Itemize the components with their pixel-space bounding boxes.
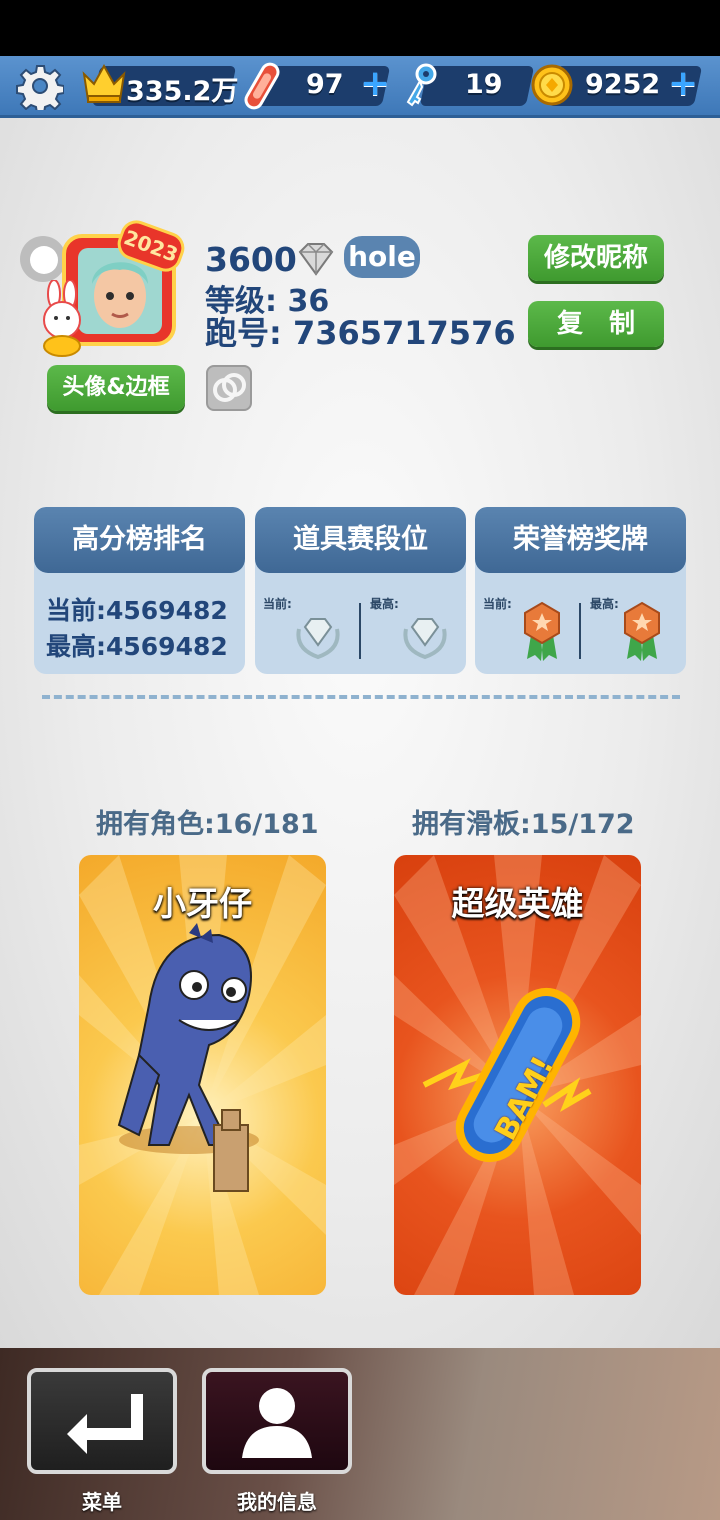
honor-medal-card[interactable]: 荣誉榜奖牌 当前: 最高: bbox=[475, 507, 686, 674]
gear-icon[interactable] bbox=[16, 62, 64, 110]
card-divider bbox=[359, 603, 361, 659]
honor-current-label: 当前: bbox=[483, 597, 512, 611]
section-divider bbox=[42, 695, 680, 699]
status-bar bbox=[0, 0, 720, 56]
honor-medal-title: 荣誉榜奖牌 bbox=[475, 507, 686, 573]
badge-slot-button[interactable] bbox=[206, 365, 252, 411]
bronze-medal-icon bbox=[524, 601, 560, 661]
tournament-rank-title: 道具赛段位 bbox=[255, 507, 466, 573]
coin-count: 9252 bbox=[585, 69, 661, 100]
user-profile-icon bbox=[242, 1388, 312, 1458]
diamond-rank-icon bbox=[298, 243, 334, 276]
highscore-best: 最高:4569482 bbox=[46, 632, 228, 661]
rabbit-sticker-icon bbox=[43, 280, 81, 357]
coin-icon bbox=[531, 64, 573, 106]
add-boards-button[interactable]: + bbox=[360, 66, 390, 102]
honor-best-label: 最高: bbox=[590, 597, 619, 611]
bronze-medal-best-icon bbox=[624, 601, 660, 661]
trophy-count: 335.2万 bbox=[126, 76, 239, 107]
tournament-current-label: 当前: bbox=[263, 597, 292, 611]
silver-diamond-best-icon bbox=[403, 618, 447, 660]
tournament-best-label: 最高: bbox=[370, 597, 399, 611]
add-coins-button[interactable]: + bbox=[668, 66, 698, 102]
tournament-rank-card[interactable]: 道具赛段位 当前: 最高: bbox=[255, 507, 466, 674]
crown-icon bbox=[82, 63, 126, 103]
currency-bar: 335.2万 97 + 19 9252 + bbox=[0, 56, 720, 118]
character-card[interactable]: 小牙仔 bbox=[79, 855, 326, 1295]
dinosaur-character-icon bbox=[117, 923, 259, 1192]
key-icon bbox=[406, 63, 437, 107]
card-divider bbox=[579, 603, 581, 659]
highscore-rank-card[interactable]: 高分榜排名 当前:4569482 最高:4569482 bbox=[34, 507, 245, 674]
highscore-rank-title: 高分榜排名 bbox=[34, 507, 245, 573]
highscore-current: 当前:4569482 bbox=[46, 596, 228, 625]
rename-button[interactable]: 修改昵称 bbox=[528, 235, 664, 281]
my-info-button[interactable] bbox=[202, 1368, 352, 1474]
badge-ring-icon bbox=[213, 373, 246, 402]
online-toggle-knob bbox=[30, 246, 58, 274]
menu-button[interactable] bbox=[27, 1368, 177, 1474]
menu-label: 菜单 bbox=[82, 1490, 122, 1514]
boards-owned-count: 拥有滑板:15/172 bbox=[412, 809, 635, 840]
my-info-label: 我的信息 bbox=[237, 1490, 317, 1514]
crew-badge[interactable]: hole bbox=[344, 236, 420, 278]
runner-id: 跑号: 7365717576 bbox=[205, 314, 516, 352]
profile-score: 3600 bbox=[205, 240, 297, 279]
key-count: 19 bbox=[465, 69, 503, 100]
silver-diamond-icon bbox=[296, 618, 340, 660]
return-arrow-icon bbox=[67, 1394, 143, 1454]
board-card[interactable]: 超级英雄 BAM! bbox=[394, 855, 641, 1295]
avatar-frame-button[interactable]: 头像&边框 bbox=[47, 365, 185, 411]
characters-owned-count: 拥有角色:16/181 bbox=[96, 809, 319, 840]
hoverboard-icon bbox=[244, 62, 280, 110]
board-count: 97 bbox=[306, 69, 344, 100]
copy-id-button[interactable]: 复 制 bbox=[528, 301, 664, 347]
